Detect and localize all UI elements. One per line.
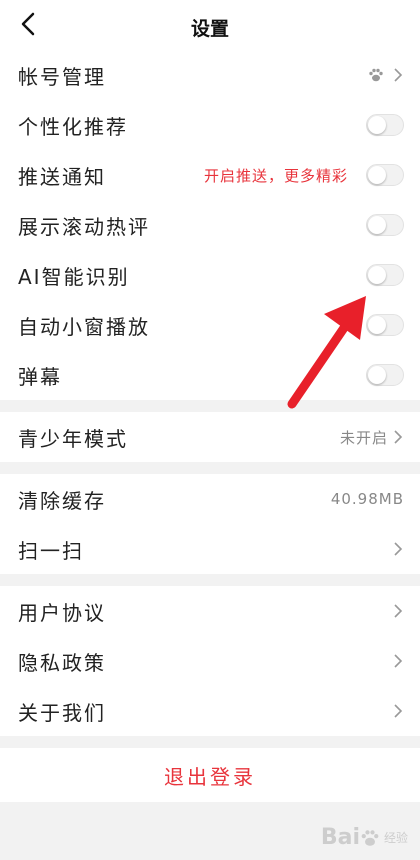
- row-label: AI智能识别: [18, 264, 130, 289]
- chevron-right-icon: [394, 704, 403, 718]
- logout-label: 退出登录: [164, 764, 256, 789]
- watermark-sub: 经验: [383, 831, 408, 845]
- row-label: 青少年模式: [18, 426, 128, 451]
- row-user-agreement[interactable]: 用户协议: [0, 586, 420, 636]
- toggle-knob: [368, 166, 386, 184]
- toggle-scrolling-hot-comments[interactable]: [366, 214, 404, 236]
- toggle-knob: [368, 116, 386, 134]
- toggle-auto-pip[interactable]: [366, 314, 404, 336]
- settings-group-about: 用户协议 隐私政策 关于我们: [0, 586, 420, 736]
- row-scan[interactable]: 扫一扫: [0, 524, 420, 574]
- paw-icon: [361, 829, 379, 846]
- chevron-right-icon: [394, 604, 403, 618]
- row-account-management[interactable]: 帐号管理: [0, 50, 420, 100]
- page-title: 设置: [190, 18, 229, 40]
- chevron-right-icon: [394, 68, 403, 82]
- row-label: 关于我们: [18, 700, 106, 725]
- chevron-right-icon: [394, 430, 403, 444]
- row-danmaku: 弹幕: [0, 350, 420, 400]
- row-label: 个性化推荐: [18, 114, 128, 139]
- row-scrolling-hot-comments: 展示滚动热评: [0, 200, 420, 250]
- row-push-notification: 推送通知 开启推送，更多精彩: [0, 150, 420, 200]
- row-about-us[interactable]: 关于我们: [0, 686, 420, 736]
- paw-icon: [369, 68, 383, 82]
- row-label: 帐号管理: [18, 64, 106, 89]
- row-auto-pip: 自动小窗播放: [0, 300, 420, 350]
- section-gap: [0, 400, 420, 412]
- toggle-knob: [368, 266, 386, 284]
- toggle-knob: [368, 316, 386, 334]
- toggle-push-notification[interactable]: [366, 164, 404, 186]
- watermark-text: Bai: [320, 825, 360, 850]
- row-label: 弹幕: [18, 364, 62, 389]
- row-ai-recognition: AI智能识别: [0, 250, 420, 300]
- chevron-right-icon: [394, 542, 403, 556]
- toggle-danmaku[interactable]: [366, 364, 404, 386]
- row-label: 隐私政策: [18, 650, 106, 675]
- section-gap: [0, 574, 420, 586]
- settings-group-teen: 青少年模式 未开启: [0, 412, 420, 462]
- row-label: 用户协议: [18, 600, 106, 625]
- toggle-knob: [368, 216, 386, 234]
- row-label: 扫一扫: [18, 538, 84, 563]
- toggle-ai-recognition[interactable]: [366, 264, 404, 286]
- section-gap: [0, 736, 420, 748]
- baidu-watermark: Bai 经验: [321, 825, 408, 850]
- settings-group-general: 帐号管理 个性化推荐 推送通知 开启推送，更多精彩 展示滚动热评 AI智能识别 …: [0, 50, 420, 400]
- chevron-right-icon: [394, 654, 403, 668]
- row-label: 展示滚动热评: [18, 214, 150, 239]
- header: 设置: [0, 0, 420, 50]
- logout-button[interactable]: 退出登录: [0, 748, 420, 802]
- row-label: 自动小窗播放: [18, 314, 150, 339]
- row-privacy-policy[interactable]: 隐私政策: [0, 636, 420, 686]
- teen-mode-status: 未开启: [339, 428, 388, 447]
- row-label: 推送通知: [18, 164, 106, 189]
- cache-size: 40.98MB: [330, 490, 404, 508]
- toggle-knob: [368, 366, 386, 384]
- row-clear-cache[interactable]: 清除缓存 40.98MB: [0, 474, 420, 524]
- section-gap: [0, 462, 420, 474]
- settings-group-tools: 清除缓存 40.98MB 扫一扫: [0, 474, 420, 574]
- row-personalized-recommendation: 个性化推荐: [0, 100, 420, 150]
- push-promo-text: 开启推送，更多精彩: [203, 166, 348, 185]
- toggle-personalized-recommendation[interactable]: [366, 114, 404, 136]
- row-teen-mode[interactable]: 青少年模式 未开启: [0, 412, 420, 462]
- row-label: 清除缓存: [18, 488, 106, 513]
